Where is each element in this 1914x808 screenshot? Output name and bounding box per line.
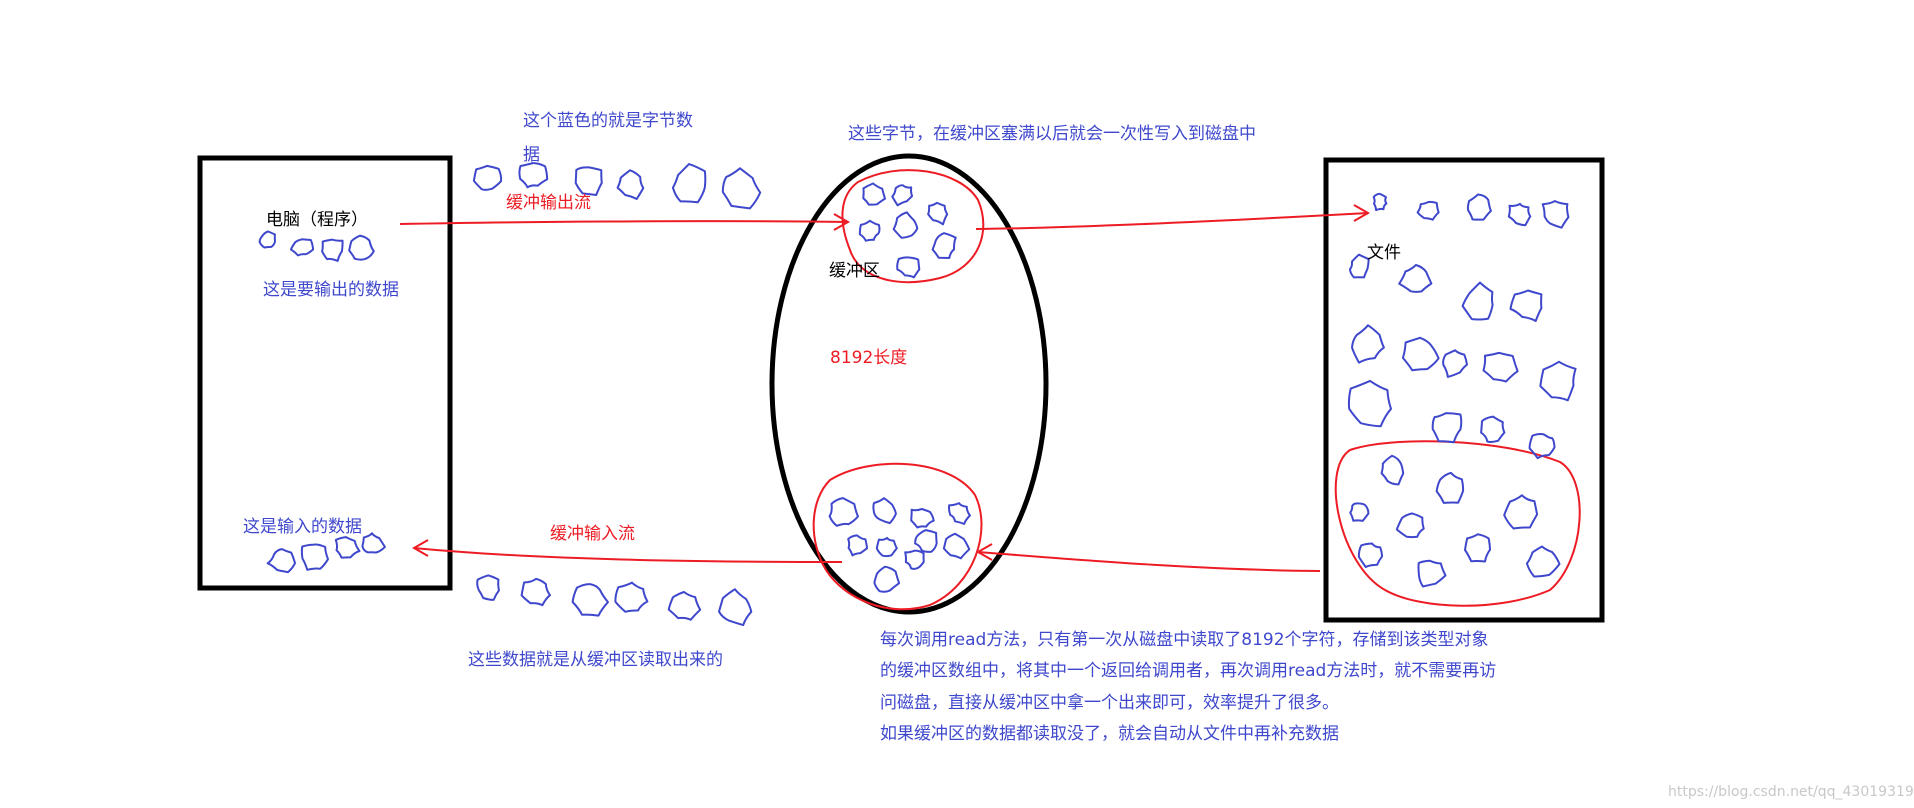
byte-squiggle — [1431, 412, 1463, 444]
file-box — [1323, 157, 1605, 623]
byte-squiggle — [948, 502, 971, 525]
input-arrow-file-to-buffer — [977, 551, 1321, 572]
byte-squiggle — [266, 548, 296, 574]
buffer-length-label: 8192长度 — [830, 348, 908, 368]
byte-squiggle — [1417, 559, 1447, 588]
byte-squiggle — [614, 581, 649, 613]
byte-squiggle — [896, 256, 921, 279]
byte-squiggle — [891, 184, 914, 207]
byte-squiggle — [1357, 542, 1384, 568]
byte-squiggle — [1480, 415, 1506, 443]
byte-data-note-line2: 据 — [523, 145, 540, 165]
computer-label: 电脑（程序） — [266, 210, 368, 230]
byte-squiggle — [1435, 471, 1465, 504]
explanation-line-1: 每次调用read方法，只有第一次从磁盘中读取了8192个字符，存储到该类型对象 — [880, 630, 1489, 650]
byte-squiggle — [858, 219, 881, 242]
byte-squiggle — [1347, 379, 1392, 428]
byte-squiggle — [931, 232, 957, 259]
byte-squiggle — [671, 163, 707, 204]
byte-squiggle — [667, 591, 702, 621]
byte-squiggle — [1541, 200, 1570, 229]
output-data-label: 这是要输出的数据 — [263, 280, 399, 300]
byte-squiggle — [1442, 349, 1468, 378]
byte-squiggle — [1525, 545, 1561, 578]
byte-squiggle — [721, 167, 762, 210]
byte-squiggle — [1539, 360, 1577, 402]
byte-squiggle — [1461, 281, 1494, 321]
byte-squiggle — [348, 234, 375, 261]
byte-data-note-line1: 这个蓝色的就是字节数 — [523, 111, 693, 131]
output-arrow-program-to-buffer — [399, 220, 849, 225]
byte-squiggle — [472, 164, 503, 191]
read-from-buffer-label: 这些数据就是从缓冲区读取出来的 — [468, 650, 723, 670]
byte-squiggle — [1401, 336, 1440, 372]
byte-squiggle — [1509, 289, 1543, 322]
byte-squiggle — [1528, 433, 1556, 460]
input-arrow-buffer-to-program — [413, 547, 843, 563]
byte-squiggle — [571, 583, 609, 617]
byte-squiggle — [361, 532, 386, 554]
byte-squiggle — [872, 497, 897, 525]
byte-squiggle — [910, 508, 935, 529]
byte-squiggle — [875, 536, 898, 558]
input-data-label: 这是输入的数据 — [243, 517, 362, 537]
explanation-line-4: 如果缓冲区的数据都读取没了，就会自动从文件中再补充数据 — [880, 724, 1339, 744]
byte-squiggles — [258, 162, 1577, 627]
byte-squiggle — [1395, 512, 1425, 539]
byte-squiggle — [616, 169, 645, 200]
output-arrow-buffer-to-file — [975, 212, 1369, 230]
byte-squiggle — [927, 201, 949, 226]
byte-squiggle — [718, 588, 753, 627]
explanation-line-3: 问磁盘，直接从缓冲区中拿一个出来即可，效率提升了很多。 — [880, 693, 1339, 713]
watermark: https://blog.csdn.net/qq_43019319 — [1668, 784, 1914, 800]
byte-squiggle — [520, 577, 551, 607]
byte-squiggle — [1372, 192, 1388, 212]
byte-squiggle — [828, 497, 859, 527]
byte-squiggle — [300, 543, 329, 571]
byte-squiggle — [1351, 324, 1385, 364]
byte-squiggle — [1398, 264, 1433, 293]
buffered-output-stream-label: 缓冲输出流 — [506, 193, 591, 213]
file-cluster-outline — [1334, 440, 1581, 607]
byte-squiggle — [1380, 454, 1405, 486]
buffer-bottom-cluster-outline — [812, 462, 983, 611]
byte-squiggle — [476, 574, 500, 601]
explanation-line-2: 的缓冲区数组中，将其中一个返回给调用者，再次调用read方法时，就不需要再访 — [880, 661, 1497, 681]
byte-squiggle — [914, 529, 938, 553]
byte-squiggle — [321, 238, 344, 262]
buffer-ellipse — [769, 153, 1049, 615]
byte-squiggle — [862, 182, 886, 206]
byte-squiggle — [1416, 200, 1440, 221]
byte-squiggle — [1466, 193, 1492, 221]
byte-squiggle — [873, 565, 901, 593]
buffer-write-note: 这些字节，在缓冲区塞满以后就会一次性写入到磁盘中 — [848, 124, 1256, 144]
byte-squiggle — [1349, 502, 1370, 522]
byte-squiggle — [1349, 253, 1370, 279]
byte-squiggle — [1503, 494, 1539, 530]
buffer-label: 缓冲区 — [829, 261, 880, 281]
byte-squiggle — [892, 211, 919, 239]
buffered-input-stream-label: 缓冲输入流 — [550, 524, 635, 544]
byte-squiggle — [1464, 533, 1491, 563]
byte-squiggle — [847, 534, 868, 557]
byte-squiggle — [942, 532, 971, 560]
byte-squiggle — [1482, 351, 1519, 383]
byte-squiggle — [290, 238, 315, 257]
byte-squiggle — [904, 549, 925, 570]
byte-squiggle — [1507, 202, 1532, 227]
file-label: 文件 — [1367, 243, 1401, 263]
